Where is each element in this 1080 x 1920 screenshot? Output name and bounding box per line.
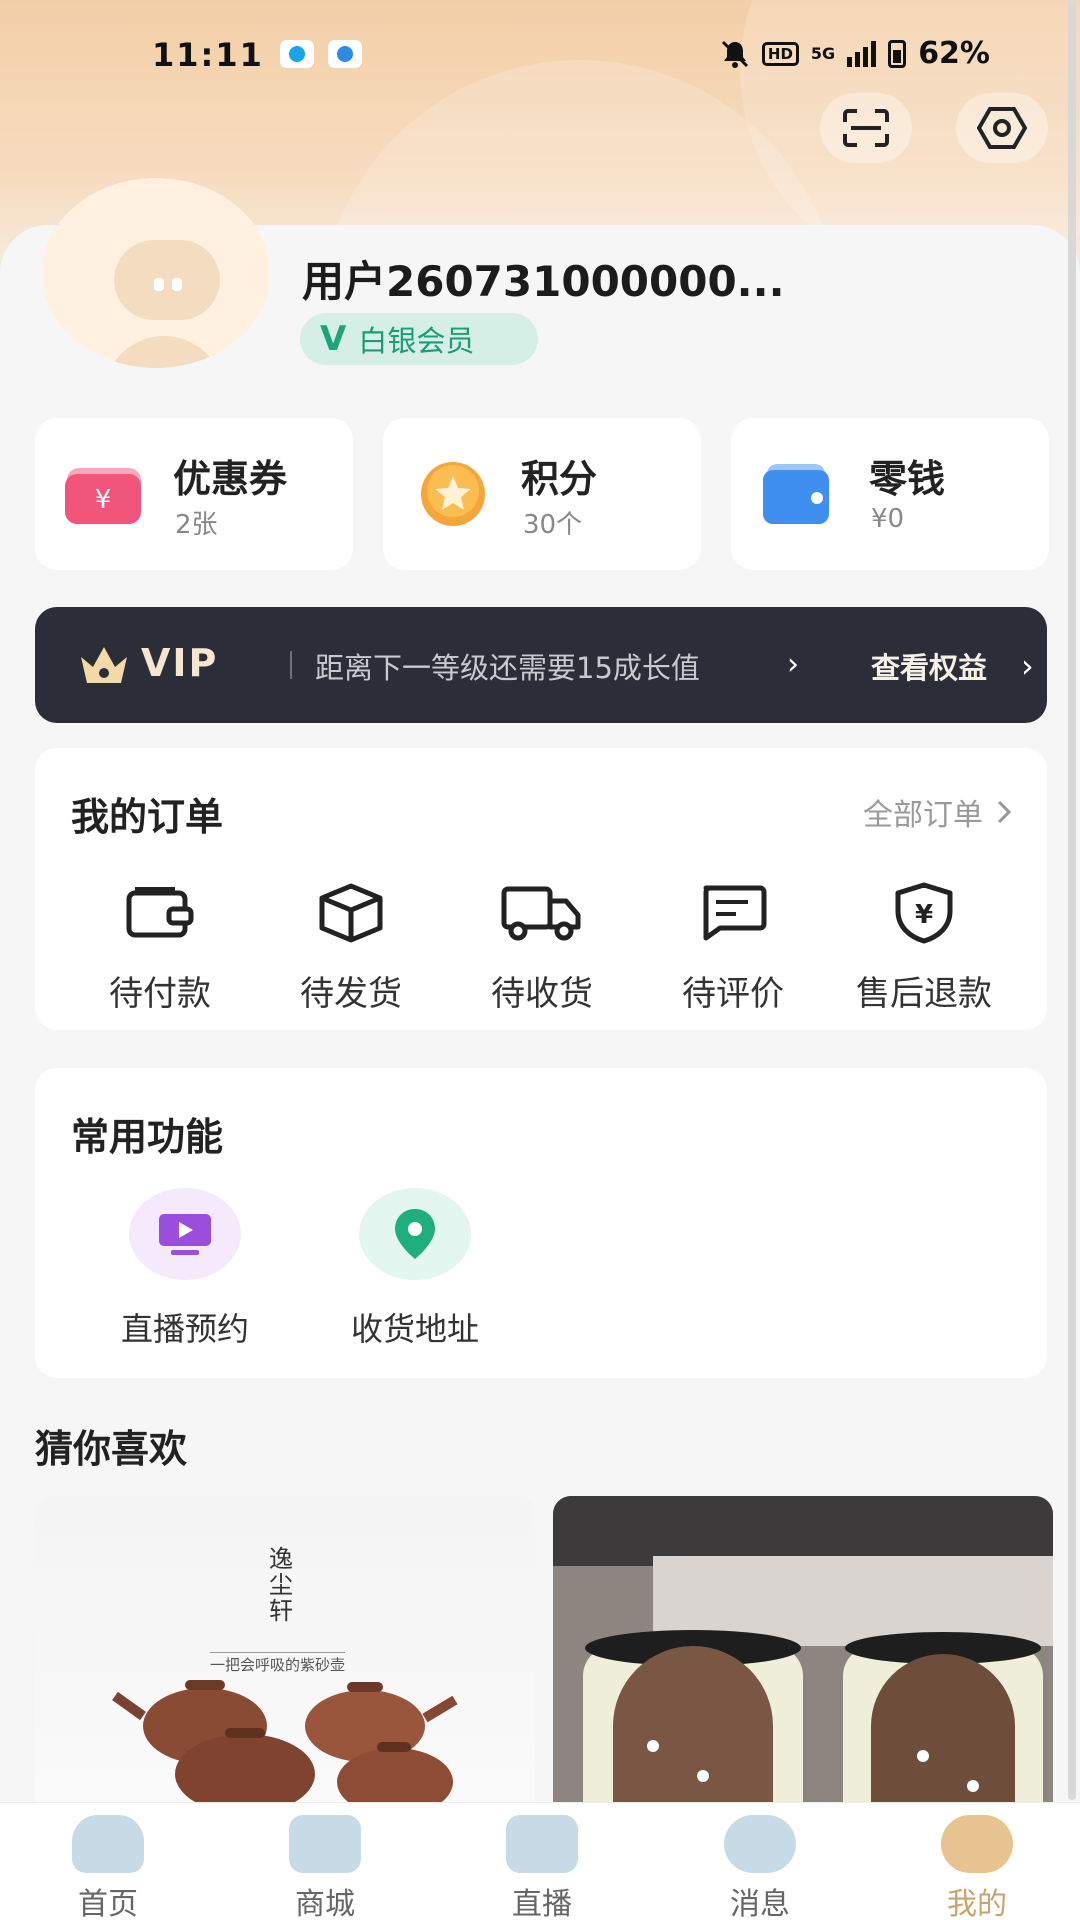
smiley-face-icon — [941, 1815, 1013, 1873]
wallet-pay-icon — [126, 887, 194, 938]
tab-label: 商城 — [295, 1887, 355, 1920]
asset-value: 30个 — [523, 510, 583, 540]
tab-label: 首页 — [78, 1887, 138, 1920]
chevron-right-icon: › — [1021, 647, 1034, 685]
recommend-title: 猜你喜欢 — [35, 1427, 188, 1471]
hd-badge: HD — [761, 41, 799, 66]
tab-label: 直播 — [512, 1887, 572, 1920]
settings-icon — [977, 107, 1027, 149]
status-time: 11:11 — [152, 36, 264, 74]
order-item-label: 待收货 — [491, 974, 593, 1014]
order-pending-receipt[interactable]: 待收货 — [447, 878, 637, 1015]
avatar[interactable] — [42, 178, 270, 368]
member-level-badge[interactable]: V 白银会员 — [300, 313, 538, 365]
scan-icon — [843, 109, 889, 147]
refund-shield-icon: ¥ — [895, 882, 953, 944]
live-reserve-icon — [159, 1214, 211, 1255]
comment-icon — [703, 885, 767, 941]
order-pending-payment[interactable]: 待付款 — [65, 878, 255, 1015]
asset-label: 优惠券 — [173, 457, 288, 501]
browser-app-notification-icon — [328, 40, 362, 68]
product-brand: 逸尘轩 — [269, 1545, 293, 1625]
asset-label: 积分 — [521, 457, 598, 501]
orders-title: 我的订单 — [71, 795, 224, 839]
orders-panel: 我的订单 全部订单 待付款 待发货 待收货 待评价 ¥ 售后退款 — [35, 748, 1047, 1030]
vip-growth-tip: 距离下一等级还需要15成长值 — [315, 651, 700, 685]
points-star-icon — [421, 462, 485, 526]
all-orders-label: 全部订单 — [863, 798, 983, 833]
settings-button[interactable] — [956, 93, 1048, 163]
shopping-bag-icon — [289, 1815, 361, 1873]
home-icon — [72, 1815, 144, 1873]
asset-card-coupon[interactable]: ¥ 优惠券 2张 — [35, 418, 353, 570]
asset-value: 2张 — [175, 510, 218, 540]
planter-image — [583, 1630, 1043, 1806]
tab-live[interactable]: 直播 — [482, 1815, 602, 1920]
tab-mall[interactable]: 商城 — [265, 1815, 385, 1920]
chevron-right-icon: › — [787, 647, 799, 682]
network-type: 5G — [810, 43, 836, 63]
tab-messages[interactable]: 消息 — [700, 1815, 820, 1920]
order-item-label: 待付款 — [109, 974, 211, 1014]
asset-label: 零钱 — [869, 457, 946, 501]
status-bar: 11:11 HD 5G 62% — [0, 30, 1080, 80]
asset-value: ¥0 — [871, 504, 905, 534]
teapot-image — [112, 1680, 458, 1806]
chat-app-notification-icon — [280, 40, 314, 68]
username[interactable]: 用户260731000000... — [302, 248, 785, 309]
product-card-planter[interactable] — [553, 1496, 1053, 1806]
function-shipping-address[interactable]: 收货地址 — [315, 1188, 515, 1350]
delivery-truck-icon — [501, 886, 581, 941]
product-card-teapot[interactable]: 逸尘轩 一把会呼吸的紫砂壶 — [35, 1496, 535, 1806]
chat-bubble-icon — [724, 1815, 796, 1873]
battery-percent: 62% — [918, 36, 990, 71]
tab-mine[interactable]: 我的 — [917, 1815, 1037, 1920]
mute-bell-icon — [721, 40, 748, 68]
functions-title: 常用功能 — [71, 1115, 224, 1159]
vip-separator — [290, 651, 292, 679]
battery-icon — [888, 39, 907, 68]
member-v-icon: V — [320, 319, 347, 359]
package-box-icon — [319, 883, 383, 943]
order-item-label: 待评价 — [682, 974, 784, 1014]
vip-title: VIP — [141, 641, 219, 685]
order-after-sales-refund[interactable]: ¥ 售后退款 — [829, 878, 1019, 1015]
all-orders-link[interactable]: 全部订单 — [863, 790, 1011, 834]
scan-button[interactable] — [820, 93, 912, 163]
tab-home[interactable]: 首页 — [48, 1815, 168, 1920]
wallet-icon — [763, 464, 829, 524]
vip-banner[interactable]: VIP 距离下一等级还需要15成长值 › 查看权益 › — [35, 607, 1047, 723]
tab-label: 消息 — [730, 1887, 790, 1920]
order-item-label: 售后退款 — [856, 974, 992, 1014]
signal-icon — [847, 40, 877, 67]
coupon-icon: ¥ — [65, 468, 141, 524]
function-label: 收货地址 — [350, 1310, 479, 1348]
order-pending-shipment[interactable]: 待发货 — [256, 878, 446, 1015]
divider — [210, 1652, 345, 1653]
status-right-group: HD 5G 62% — [720, 36, 990, 71]
location-pin-icon — [395, 1209, 435, 1259]
asset-card-points[interactable]: 积分 30个 — [383, 418, 701, 570]
chevron-right-icon — [997, 800, 1011, 824]
member-level-label: 白银会员 — [358, 324, 475, 358]
scrollbar[interactable] — [1068, 0, 1076, 1800]
tab-label: 我的 — [947, 1887, 1007, 1920]
bottom-tab-bar: 首页 商城 直播 消息 我的 — [0, 1802, 1080, 1920]
function-live-reservation[interactable]: 直播预约 — [85, 1188, 285, 1350]
svg-text:¥: ¥ — [95, 485, 112, 515]
svg-text:¥: ¥ — [915, 900, 933, 930]
asset-card-wallet[interactable]: 零钱 ¥0 — [731, 418, 1049, 570]
order-pending-review[interactable]: 待评价 — [638, 878, 828, 1015]
live-tv-icon — [506, 1815, 578, 1873]
function-label: 直播预约 — [120, 1310, 249, 1348]
common-functions-panel: 常用功能 直播预约 收货地址 — [35, 1068, 1047, 1378]
crown-icon — [81, 647, 127, 683]
order-item-label: 待发货 — [300, 974, 402, 1014]
view-benefits-link[interactable]: 查看权益 — [871, 645, 987, 687]
